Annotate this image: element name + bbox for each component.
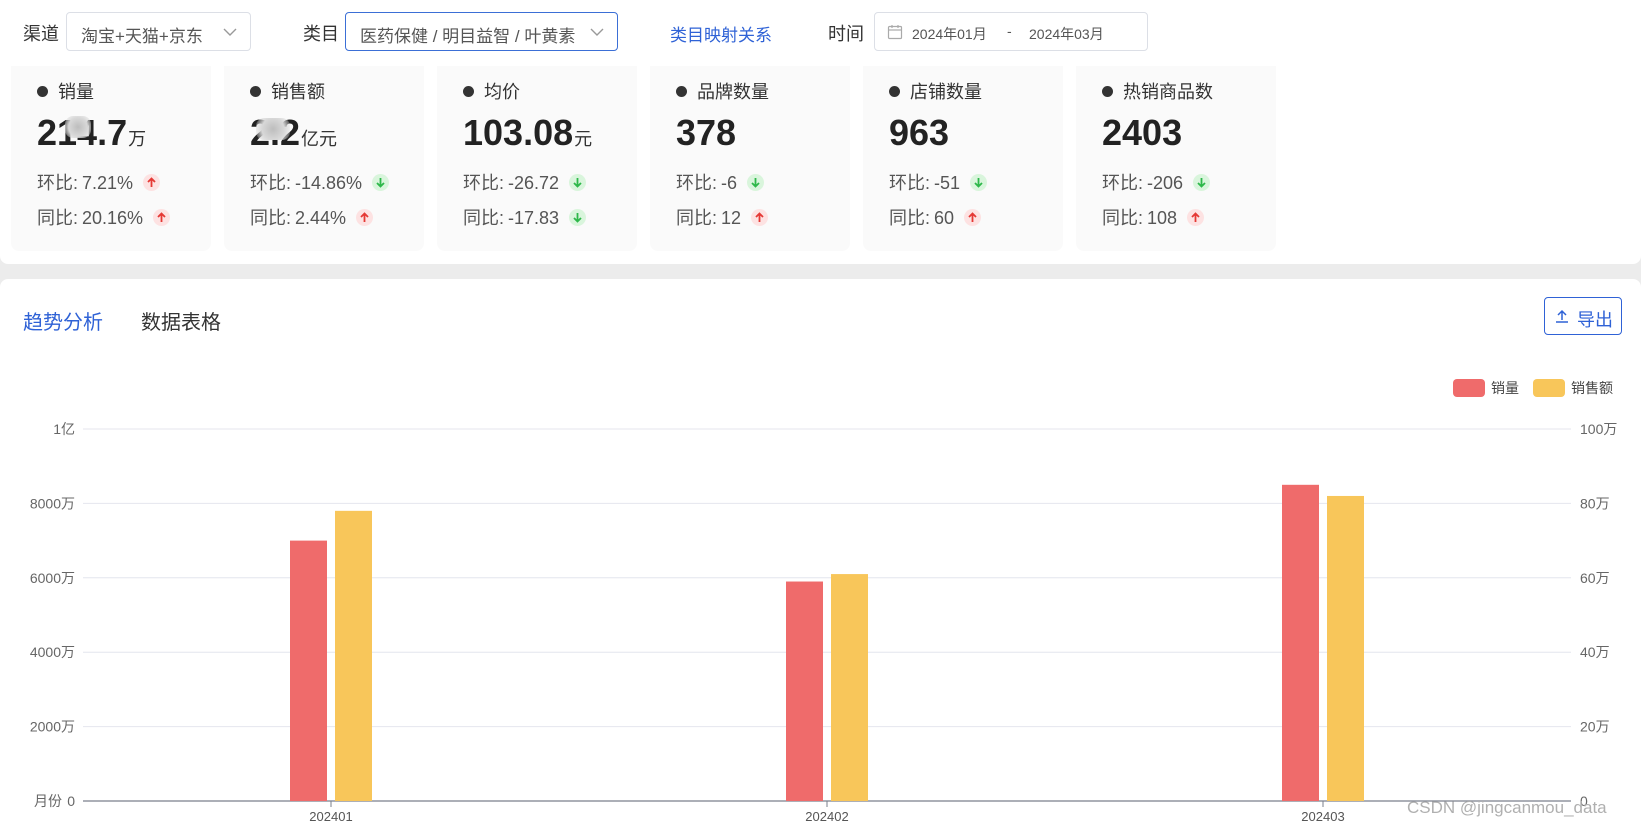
legend-swatch: [1533, 379, 1565, 397]
y-left-tick-label: 6000万: [30, 570, 75, 586]
bar-sales-amount: [335, 510, 372, 801]
y-left-tick-label: 2000万: [30, 719, 75, 735]
y-left-tick-label: 1亿: [53, 421, 75, 437]
trend-bar-chart: 0 02000万 20万4000万 40万6000万 60万8000万 80万1亿 100万…: [30, 379, 1617, 824]
legend-label: 销量: [1491, 380, 1519, 396]
bar-sales-volume: [290, 540, 327, 801]
bar-sales-amount: [1327, 495, 1364, 801]
y-right-tick-label: 100万: [1580, 421, 1617, 437]
x-tick-label: 202403: [1301, 809, 1344, 824]
watermark: CSDN @jingcanmou_data: [1407, 798, 1607, 817]
y-left-tick-label: 8000万: [30, 495, 75, 511]
x-tick-label: 202401: [309, 809, 352, 824]
y-right-tick-label: 60万: [1580, 570, 1610, 586]
legend-label: 销售额: [1571, 380, 1613, 396]
y-right-tick-label: 40万: [1580, 644, 1610, 660]
bar-sales-amount: [831, 574, 868, 801]
y-left-tick-label: 4000万: [30, 644, 75, 660]
x-axis-label: 月份: [34, 793, 62, 809]
bar-sales-volume: [1282, 484, 1319, 801]
y-right-tick-label: 20万: [1580, 719, 1610, 735]
legend-swatch: [1453, 379, 1485, 397]
y-right-tick-label: 80万: [1580, 495, 1610, 511]
y-left-tick-label: 0: [67, 793, 75, 809]
bar-sales-volume: [786, 581, 823, 801]
x-tick-label: 202402: [805, 809, 848, 824]
